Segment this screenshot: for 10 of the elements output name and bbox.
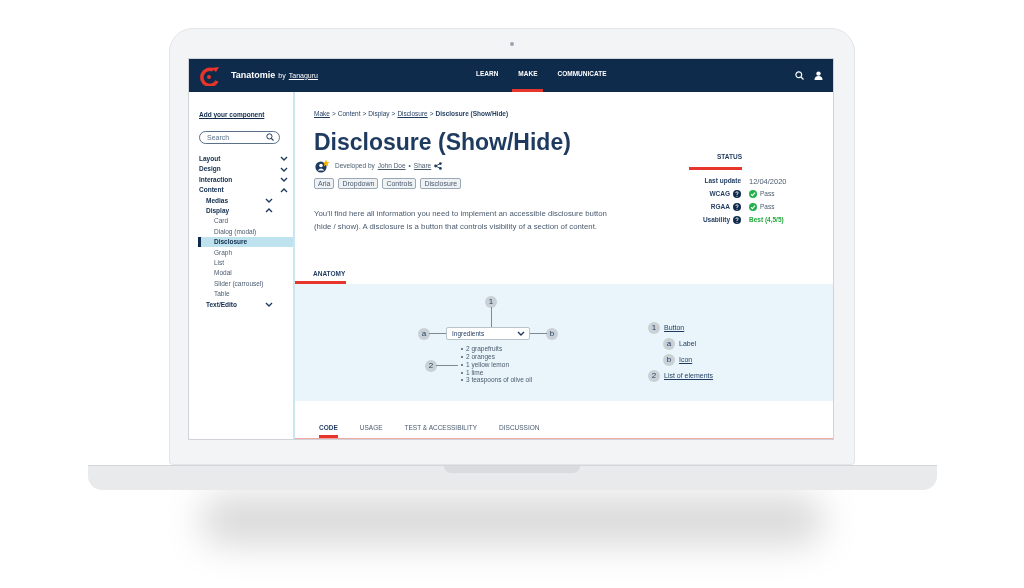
callout-marker: 2: [425, 360, 437, 373]
page-title: Disclosure (Show/Hide): [314, 128, 572, 155]
callout-marker: a: [663, 338, 675, 351]
callout-marker: 1: [485, 296, 497, 309]
callout-marker: a: [418, 328, 430, 341]
callout-marker: b: [546, 328, 558, 341]
callout-marker: 2: [648, 370, 660, 383]
callout-marker: b: [663, 354, 675, 367]
callout-marker: 1: [648, 322, 660, 335]
brand-name: Tanatomie: [231, 68, 276, 82]
